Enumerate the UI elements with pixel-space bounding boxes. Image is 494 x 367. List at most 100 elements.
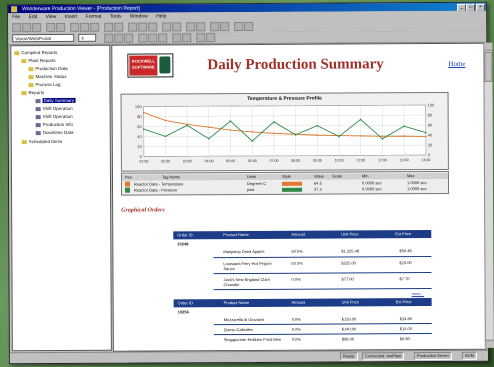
vertical-scrollbar[interactable] <box>483 42 494 348</box>
color-icon[interactable] <box>196 33 206 43</box>
series-point-1 <box>273 121 275 123</box>
unit-price: $77.00 <box>341 276 354 282</box>
series-point-1 <box>186 124 188 127</box>
folder-icon <box>21 90 27 95</box>
product-name: Queso Cabrales <box>223 326 253 333</box>
unit-price: $140.00 <box>341 326 357 332</box>
print-icon[interactable] <box>46 23 56 33</box>
report-view: ROCKWELL SOFTWARE Daily Production Summa… <box>111 42 487 352</box>
tree-item[interactable]: Production Info <box>35 122 73 127</box>
layout-icon[interactable] <box>220 22 230 32</box>
amount: 50.0% <box>291 248 303 254</box>
menu-edit[interactable]: Edit <box>29 14 38 20</box>
folder-icon <box>28 66 34 71</box>
save-icon[interactable] <box>32 23 42 33</box>
tree-item[interactable]: Shift Operation <box>35 114 73 119</box>
order-id: 10256 <box>177 309 189 315</box>
series-point-1 <box>208 137 210 140</box>
menu-help[interactable]: Help <box>156 13 166 19</box>
x-tick-label: 09:00 <box>313 159 322 163</box>
ext-price: $34.80 <box>399 316 412 322</box>
tree-item[interactable]: Downtime Data <box>35 130 74 135</box>
italic-icon[interactable] <box>114 33 124 43</box>
help-icon[interactable] <box>196 22 206 32</box>
stop-icon[interactable] <box>172 22 182 32</box>
menu-format[interactable]: Format <box>86 14 102 20</box>
series-point-0 <box>207 126 210 129</box>
tree-item[interactable]: Compiled Reports <box>14 50 57 55</box>
chart-icon[interactable] <box>148 22 158 32</box>
y-tick-label-left: 40 <box>137 134 142 139</box>
amount: 0.0% <box>291 326 301 332</box>
size-combo[interactable]: 4 <box>78 33 97 42</box>
home-link[interactable]: Home <box>448 60 465 68</box>
x-tick-label: 01:00 <box>139 160 148 164</box>
order-id: 10248 <box>177 241 189 247</box>
x-tick-label: 07:00 <box>270 159 279 163</box>
scroll-thumb[interactable] <box>484 51 493 82</box>
menu-view[interactable]: View <box>46 14 57 20</box>
new-icon[interactable] <box>12 23 22 33</box>
x-tick-label: 06:00 <box>248 159 257 163</box>
menu-file[interactable]: File <box>12 14 20 20</box>
status-connection: Connected: wwPlant <box>361 352 405 361</box>
camera-icon[interactable] <box>234 22 244 32</box>
report-tree[interactable]: Compiled Reports Plant Reports Productio… <box>10 44 112 352</box>
list-icon[interactable] <box>172 33 182 43</box>
tree-item[interactable]: Scheduled Items <box>21 139 62 144</box>
menu-window[interactable]: Window <box>130 14 148 20</box>
redo-icon[interactable] <box>114 22 124 32</box>
tree-item[interactable]: Process Log <box>28 82 61 87</box>
more-link[interactable]: more... <box>412 291 424 296</box>
folder-icon <box>21 139 27 144</box>
align-center-icon[interactable] <box>148 33 158 43</box>
status-ready: Ready <box>339 352 358 361</box>
tree-item[interactable]: Production Data <box>28 66 68 71</box>
copy-icon[interactable] <box>80 22 90 32</box>
app-window: Wonderware Production Viewer - [Producti… <box>7 1 494 365</box>
align-right-icon[interactable] <box>158 33 168 43</box>
refresh-icon[interactable] <box>162 22 172 32</box>
align-left-icon[interactable] <box>138 33 148 43</box>
tree-item[interactable]: Machine Status <box>28 74 66 79</box>
chart-svg: 10080604020010080604020001:00 02:00 03:00 0… <box>135 103 435 164</box>
folder-icon <box>28 82 34 87</box>
bold-icon[interactable] <box>104 33 114 43</box>
scroll-up-button[interactable] <box>484 42 493 51</box>
series-point-1 <box>142 128 145 130</box>
undo-icon[interactable] <box>104 22 114 32</box>
source-combo[interactable]: Vision/Web/Portal <box>12 33 75 43</box>
tree-item[interactable]: Shift Operation <box>35 106 73 111</box>
border-icon[interactable] <box>206 33 216 43</box>
cut-icon[interactable] <box>70 22 80 32</box>
y-tick-label-right: 100 <box>428 103 435 108</box>
series-point-1 <box>164 135 167 138</box>
table-icon[interactable] <box>138 22 148 32</box>
y-tick-label-left: 80 <box>137 114 142 119</box>
zoom-icon[interactable] <box>186 22 196 32</box>
menu-tools[interactable]: Tools <box>110 14 122 20</box>
series-point-1 <box>381 137 384 140</box>
series-point-1 <box>338 135 340 138</box>
window-title: Wonderware Production Viewer - [Producti… <box>22 5 140 13</box>
menu-insert[interactable]: Insert <box>65 14 78 20</box>
preview-icon[interactable] <box>56 22 66 33</box>
scroll-down-button[interactable] <box>485 339 494 348</box>
x-tick-label: 05:00 <box>226 159 235 163</box>
open-icon[interactable] <box>22 23 32 33</box>
tree-item[interactable]: Reports <box>21 90 44 95</box>
tree-item[interactable]: Plant Reports <box>21 58 56 63</box>
legend-row[interactable]: Reactor Data - Pressure psia 37.2 0.0000… <box>122 186 448 194</box>
grid-icon[interactable] <box>210 22 220 32</box>
series-point-0 <box>273 132 275 135</box>
series-point-0 <box>164 119 167 122</box>
indent-icon[interactable] <box>182 33 192 43</box>
folder-icon[interactable] <box>244 21 254 32</box>
tree-item-selected[interactable]: Daily Summary <box>35 97 76 104</box>
underline-icon[interactable] <box>124 33 134 43</box>
paste-icon[interactable] <box>90 22 100 32</box>
link-icon[interactable] <box>128 22 138 32</box>
logo-mark <box>159 56 171 74</box>
ext-price: $7.70 <box>399 276 410 282</box>
app-icon <box>11 6 18 13</box>
